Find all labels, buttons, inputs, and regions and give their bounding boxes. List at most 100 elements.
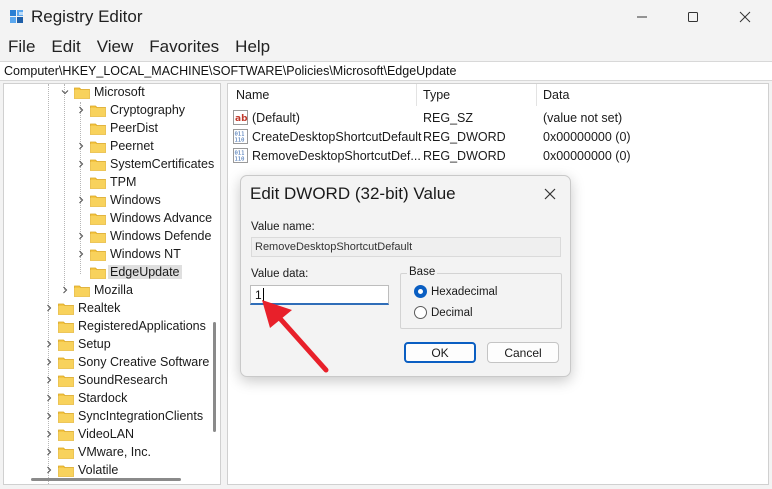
tree-item[interactable]: Windows [76, 191, 161, 209]
key-tree-pane[interactable]: Microsoft Cryptography PeerDist Peernet Syst… [3, 83, 221, 485]
value-type: REG_DWORD [423, 130, 506, 144]
tree-item-label: VMware, Inc. [78, 445, 151, 459]
radio-unchecked-icon[interactable] [414, 306, 427, 319]
tree-item[interactable]: SoundResearch [44, 371, 168, 389]
column-type-header[interactable]: Type [423, 88, 450, 102]
tree-item[interactable]: Stardock [44, 389, 127, 407]
tree-item[interactable]: Windows NT [76, 245, 181, 263]
list-row[interactable]: 011 110 CreateDesktopShortcutDefault REG… [228, 127, 768, 146]
tree-vertical-scrollbar[interactable] [213, 322, 216, 432]
folder-icon [58, 392, 74, 405]
list-header: Name Type Data [228, 84, 768, 106]
chevron-right-icon[interactable] [44, 389, 54, 407]
ok-button[interactable]: OK [404, 342, 476, 363]
menu-favorites[interactable]: Favorites [141, 34, 227, 60]
folder-icon [90, 176, 106, 189]
cancel-button[interactable]: Cancel [487, 342, 559, 363]
tree-item-label: Realtek [78, 301, 121, 315]
column-divider[interactable] [536, 84, 537, 106]
dialog-close-icon[interactable] [541, 185, 559, 203]
chevron-down-icon[interactable] [60, 84, 70, 101]
folder-icon [90, 104, 106, 117]
value-type: REG_DWORD [423, 149, 506, 163]
tree-item[interactable]: Volatile [44, 461, 118, 479]
tree-item-label: EdgeUpdate [108, 265, 182, 279]
tree-item-label: SystemCertificates [110, 157, 215, 171]
tree-item[interactable]: SystemCertificates [76, 155, 214, 173]
chevron-right-icon[interactable] [44, 353, 54, 371]
decimal-label: Decimal [431, 306, 473, 319]
chevron-right-icon[interactable] [44, 461, 54, 479]
chevron-right-icon[interactable] [44, 371, 54, 389]
binary-value-icon: 011 110 [233, 148, 248, 163]
tree-item[interactable]: EdgeUpdate [76, 263, 182, 281]
minimize-button[interactable] [617, 0, 667, 34]
tree-item[interactable]: Realtek [44, 299, 120, 317]
tree-item[interactable]: RegisteredApplications [44, 317, 206, 335]
address-path[interactable]: Computer\HKEY_LOCAL_MACHINE\SOFTWARE\Pol… [4, 64, 456, 78]
folder-icon [58, 338, 74, 351]
chevron-right-icon[interactable] [44, 425, 54, 443]
maximize-button[interactable] [668, 0, 718, 34]
chevron-right-icon[interactable] [44, 299, 54, 317]
tree-item[interactable]: VideoLAN [44, 425, 134, 443]
tree-item-label: TPM [110, 175, 137, 189]
tree-item-label: Windows [110, 193, 161, 207]
chevron-right-icon[interactable] [44, 407, 54, 425]
decimal-radio[interactable]: Decimal [414, 306, 473, 319]
tree-item[interactable]: Peernet [76, 137, 154, 155]
value-name: CreateDesktopShortcutDefault [252, 130, 422, 144]
menu-help[interactable]: Help [227, 34, 278, 60]
value-name: RemoveDesktopShortcutDef... [252, 149, 421, 163]
tree-item[interactable]: Sony Creative Software [44, 353, 209, 371]
value-data: (value not set) [543, 111, 623, 125]
chevron-right-icon[interactable] [76, 101, 86, 119]
value-name-label: Value name: [251, 221, 315, 233]
folder-icon [58, 446, 74, 459]
radio-checked-icon[interactable] [414, 285, 427, 298]
hexadecimal-radio[interactable]: Hexadecimal [414, 285, 497, 298]
hexadecimal-label: Hexadecimal [431, 285, 498, 298]
tree-item[interactable]: Setup [44, 335, 111, 353]
tree-item[interactable]: VMware, Inc. [44, 443, 151, 461]
folder-icon [90, 194, 106, 207]
tree-item[interactable]: Windows Advance [76, 209, 212, 227]
column-data-header[interactable]: Data [543, 88, 569, 102]
chevron-right-icon[interactable] [76, 155, 86, 173]
chevron-right-icon[interactable] [44, 443, 54, 461]
tree-item[interactable]: TPM [76, 173, 136, 191]
menu-file[interactable]: File [0, 34, 43, 60]
tree-item-label: Microsoft [94, 85, 145, 99]
menu-edit[interactable]: Edit [43, 34, 88, 60]
tree-item-label: Volatile [78, 463, 119, 477]
chevron-right-icon[interactable] [76, 191, 86, 209]
chevron-right-icon[interactable] [76, 227, 86, 245]
tree-item[interactable]: SyncIntegrationClients [44, 407, 203, 425]
folder-icon [58, 356, 74, 369]
chevron-right-icon[interactable] [76, 245, 86, 263]
column-divider[interactable] [416, 84, 417, 106]
tree-item-label: Peernet [110, 139, 154, 153]
tree-item[interactable]: Mozilla [60, 281, 133, 299]
address-bar[interactable]: Computer\HKEY_LOCAL_MACHINE\SOFTWARE\Pol… [0, 61, 772, 81]
tree-item[interactable]: Cryptography [76, 101, 185, 119]
list-row[interactable]: 011 110 RemoveDesktopShortcutDef... REG_… [228, 146, 768, 165]
tree-item[interactable]: PeerDist [76, 119, 158, 137]
list-row[interactable]: ab (Default) REG_SZ (value not set) [228, 108, 768, 127]
folder-icon [90, 230, 106, 243]
column-name-header[interactable]: Name [236, 88, 269, 102]
folder-icon [58, 464, 74, 477]
folder-icon [58, 428, 74, 441]
folder-icon [74, 86, 90, 99]
chevron-right-icon[interactable] [76, 137, 86, 155]
menu-view[interactable]: View [89, 34, 142, 60]
tree-item-label: Cryptography [110, 103, 186, 117]
tree-item[interactable]: Microsoft [60, 84, 145, 101]
tree-item[interactable]: Windows Defende [76, 227, 211, 245]
chevron-right-icon[interactable] [44, 335, 54, 353]
base-group-label: Base [407, 266, 438, 278]
chevron-right-icon[interactable] [60, 281, 70, 299]
folder-icon [90, 158, 106, 171]
close-button[interactable] [720, 0, 770, 34]
